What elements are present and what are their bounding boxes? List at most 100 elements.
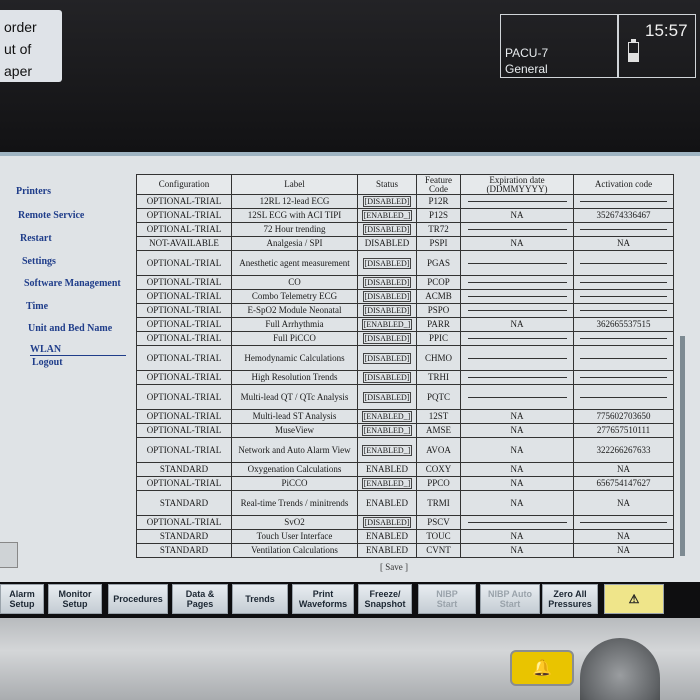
status-badge: [ENABLED_] [361,210,413,221]
cell-code: TOUC [416,529,461,544]
save-button[interactable]: [ Save ] [380,562,408,572]
cell-act: 362665537515 [573,317,674,332]
column-header: Activation code [573,174,674,195]
table-row[interactable]: OPTIONAL-TRIAL Full Arrhythmia [ENABLED_] P… [136,317,674,332]
table-row[interactable]: OPTIONAL-TRIAL Multi-lead ST Analysis [ENA… [136,409,674,424]
cell-exp[interactable] [460,222,574,237]
table-header-row: Configuration Label Status Feature Code Expi… [136,174,674,195]
table-row[interactable]: OPTIONAL-TRIAL Combo Telemetry ECG [DISABL… [136,289,674,304]
table-row[interactable]: OPTIONAL-TRIAL MuseView [ENABLED_] AMSE NA 27… [136,423,674,438]
softkey-button[interactable]: Print Waveforms [292,584,354,614]
cell-code: CVNT [416,543,461,558]
side-menu-item[interactable]: Printers [16,186,51,197]
side-collapse-button[interactable] [0,542,18,568]
softkey-button[interactable]: Zero All Pressures [542,584,598,614]
cell-label: SvO2 [231,515,358,530]
cell-exp[interactable] [460,515,574,530]
cell-code: TRHI [416,370,461,385]
cell-exp: NA [460,543,574,558]
cell-config: OPTIONAL-TRIAL [136,303,232,318]
cell-exp: NA [460,317,574,332]
cell-label: CO [231,275,358,290]
cell-status: [DISABLED] [357,289,417,304]
cell-status: [ENABLED_] [357,476,417,491]
cell-act[interactable] [573,289,674,304]
table-row[interactable]: OPTIONAL-TRIAL High Resolution Trends [DIS… [136,370,674,385]
cell-act[interactable] [573,331,674,346]
cell-exp[interactable] [460,370,574,385]
cell-exp: NA [460,409,574,424]
cell-exp[interactable] [460,289,574,304]
softkey-button[interactable]: Procedures [108,584,168,614]
table-row[interactable]: OPTIONAL-TRIAL Full PiCCO [DISABLED] PPIC [136,331,674,346]
cell-code: PCOP [416,275,461,290]
side-menu-item[interactable]: Settings [22,256,56,267]
hardware-alarm-button[interactable]: 🔔 [510,650,574,686]
table-row[interactable]: STANDARD Touch User Interface ENABLED TOUC N… [136,529,674,544]
cell-exp[interactable] [460,194,574,209]
softkey-button[interactable]: Monitor Setup [48,584,102,614]
cell-act[interactable] [573,222,674,237]
status-badge: [DISABLED] [362,352,412,364]
side-menu-item[interactable]: Software Management [24,278,121,289]
side-menu-item[interactable]: Time [26,301,48,312]
cell-exp[interactable] [460,345,574,371]
table-row[interactable]: OPTIONAL-TRIAL Multi-lead QT / QTc Analys… [136,384,674,410]
cell-exp[interactable] [460,303,574,318]
alarm-bell-icon: 🔔 [532,660,552,677]
table-row[interactable]: NOT-AVAILABLE Analgesia / SPI DISABLED PSPI… [136,236,674,251]
table-row[interactable]: OPTIONAL-TRIAL SvO2 [DISABLED] PSCV [136,515,674,530]
clock-time: 15:57 [645,21,688,40]
cell-label: MuseView [231,423,358,438]
cell-status: [ENABLED_] [357,423,417,438]
table-row[interactable]: OPTIONAL-TRIAL 72 Hour trending [DISABLED]… [136,222,674,237]
cell-act[interactable] [573,275,674,290]
cell-label: Combo Telemetry ECG [231,289,358,304]
table-row[interactable]: OPTIONAL-TRIAL Anesthetic agent measureme… [136,250,674,276]
cell-exp[interactable] [460,250,574,276]
softkey-button[interactable]: Trends [232,584,288,614]
cell-act[interactable] [573,194,674,209]
cell-status: [DISABLED] [357,194,417,209]
cell-config: OPTIONAL-TRIAL [136,515,232,530]
softkey-button[interactable]: Freeze/ Snapshot [358,584,412,614]
table-row[interactable]: OPTIONAL-TRIAL PiCCO [ENABLED_] PPCO NA 65675… [136,476,674,491]
softkey-button[interactable]: Data & Pages [172,584,228,614]
table-scrollbar[interactable] [680,336,685,556]
cell-act[interactable] [573,250,674,276]
cell-status: [DISABLED] [357,275,417,290]
side-menu-item[interactable]: Unit and Bed Name [28,323,112,334]
cell-status: [ENABLED_] [357,409,417,424]
bed-profile-box[interactable]: PACU-7 General [500,14,618,78]
table-row[interactable]: OPTIONAL-TRIAL 12SL ECG with ACI TIPI [ENA… [136,208,674,223]
cell-act[interactable] [573,345,674,371]
table-row[interactable]: OPTIONAL-TRIAL Network and Auto Alarm Vie… [136,437,674,463]
softkey-button[interactable]: Alarm Setup [0,584,44,614]
table-row[interactable]: OPTIONAL-TRIAL CO [DISABLED] PCOP [136,275,674,290]
side-menu-item[interactable]: Logout [32,357,63,368]
side-menu-item[interactable]: WLAN [30,344,126,356]
cell-exp[interactable] [460,331,574,346]
side-menu-item[interactable]: Restart [20,233,52,244]
cell-act[interactable] [573,303,674,318]
cell-exp[interactable] [460,275,574,290]
status-badge: [DISABLED] [362,277,412,288]
alarm-silence-softkey[interactable]: ⚠ [604,584,664,614]
cell-config: OPTIONAL-TRIAL [136,370,232,385]
cell-status: [DISABLED] [357,370,417,385]
cell-config: STANDARD [136,543,232,558]
service-side-menu: Printers Remote Service Restart Settings Sof… [0,156,140,582]
column-header: Configuration [136,174,232,195]
table-row[interactable]: STANDARD Oxygenation Calculations ENABLED C… [136,462,674,477]
cell-act[interactable] [573,370,674,385]
table-row[interactable]: STANDARD Real-time Trends / minitrends ENA… [136,490,674,516]
side-menu-item[interactable]: Remote Service [18,210,84,221]
table-row[interactable]: OPTIONAL-TRIAL 12RL 12-lead ECG [DISABLED]… [136,194,674,209]
table-row[interactable]: OPTIONAL-TRIAL Hemodynamic Calculations [D… [136,345,674,371]
table-row[interactable]: OPTIONAL-TRIAL E-SpO2 Module Neonatal [DIS… [136,303,674,318]
table-row[interactable]: STANDARD Ventilation Calculations ENABLED C… [136,543,674,558]
cell-act[interactable] [573,515,674,530]
cell-act[interactable] [573,384,674,410]
cell-exp[interactable] [460,384,574,410]
cell-code: PPCO [416,476,461,491]
